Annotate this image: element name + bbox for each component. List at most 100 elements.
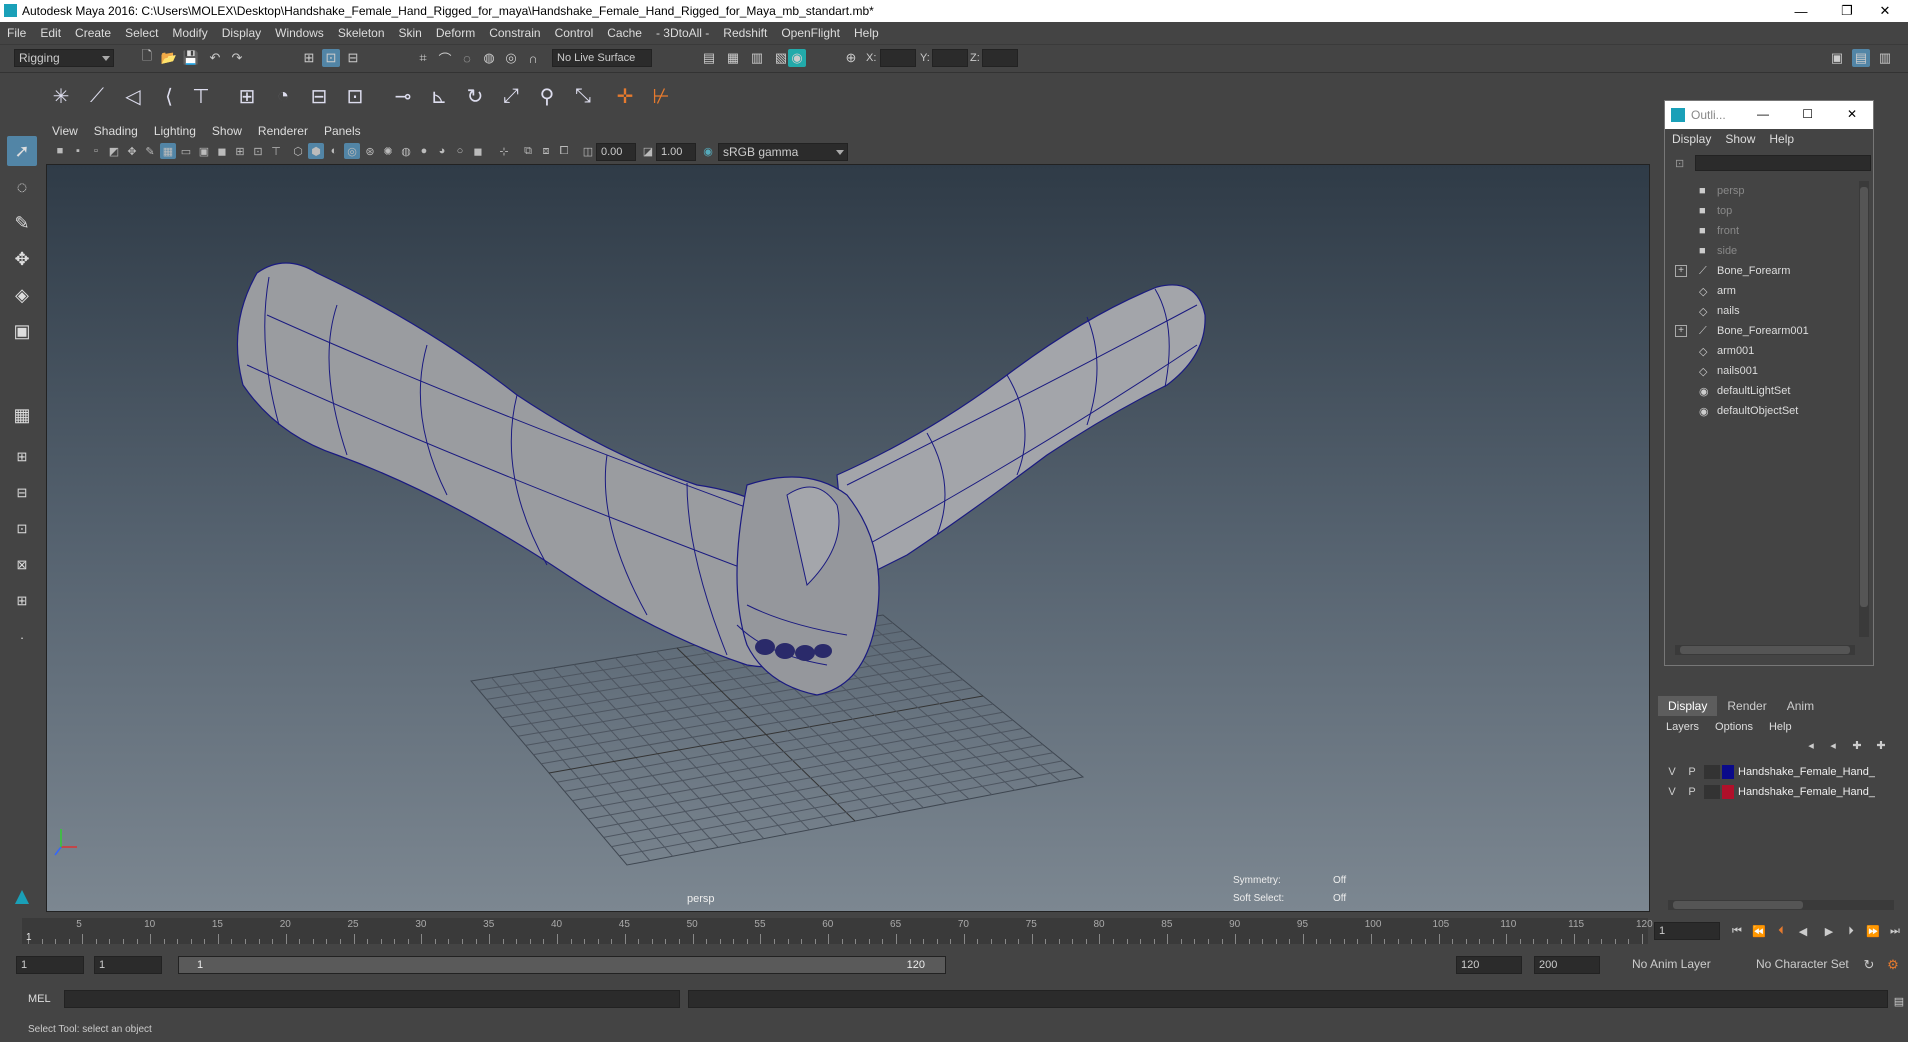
xray-icon[interactable]: ⧉ [520, 143, 536, 159]
new-layer-selected-icon[interactable]: ✚ [1872, 736, 1890, 754]
scrollbar-thumb[interactable] [1680, 646, 1850, 654]
menuset-dropdown[interactable]: Rigging [14, 49, 114, 67]
transform-mode-icon[interactable]: ⊕ [842, 49, 860, 67]
locator-icon[interactable]: ✛ [610, 81, 640, 111]
modeling-toolkit-icon[interactable]: ▣ [1828, 49, 1846, 67]
anim-layer-dropdown[interactable]: No Anim Layer [1616, 956, 1736, 974]
step-back-icon[interactable]: ⏪ [1750, 922, 1768, 940]
command-input[interactable] [64, 990, 680, 1008]
xray-joints-icon[interactable]: ⧈ [538, 143, 554, 159]
menu-skeleton[interactable]: Skeleton [331, 26, 392, 40]
textured-icon[interactable]: ⊛ [362, 143, 378, 159]
outliner-item[interactable]: + ⟋ Bone_Forearm [1665, 261, 1790, 281]
outliner-menu-show[interactable]: Show [1718, 132, 1762, 146]
layer-visibility-toggle[interactable]: V [1662, 766, 1682, 778]
single-perspective-icon[interactable]: ▦ [7, 400, 37, 430]
color-management-icon[interactable]: ◉ [700, 143, 716, 159]
motion-blur-icon[interactable]: ◕ [434, 143, 450, 159]
xray-active-icon[interactable]: ⧠ [556, 143, 572, 159]
panel-menu-lighting[interactable]: Lighting [146, 124, 204, 138]
menu-deform[interactable]: Deform [429, 26, 482, 40]
anim-preferences-icon[interactable]: ⚙ [1884, 956, 1902, 974]
panel-menu-shading[interactable]: Shading [86, 124, 146, 138]
scrollbar-thumb[interactable] [1860, 187, 1868, 607]
magnet-icon[interactable]: ∩ [524, 49, 542, 67]
menu-3dtoall[interactable]: - 3DtoAll - [649, 26, 716, 40]
safe-action-icon[interactable]: ⊡ [250, 143, 266, 159]
menu-display[interactable]: Display [215, 26, 268, 40]
gamma-field[interactable]: 1.00 [656, 143, 696, 161]
select-camera-icon[interactable]: ■ [52, 143, 68, 159]
close-window-button[interactable]: ✕ [1862, 0, 1908, 22]
timeline-track[interactable]: 5 10 15 20 25 30 35 40 45 50 55 60 65 70 75 80 85 90 95 100… [22, 918, 1653, 944]
cluster-icon[interactable]: ⊬ [646, 81, 676, 111]
menu-constrain[interactable]: Constrain [482, 26, 547, 40]
layer-menu-layers[interactable]: Layers [1658, 721, 1707, 733]
layer-display-type[interactable] [1704, 785, 1720, 799]
z-field[interactable] [982, 49, 1018, 67]
wireframe-icon[interactable]: ⬡ [290, 143, 306, 159]
ambient-occlusion-icon[interactable]: ● [416, 143, 432, 159]
menu-modify[interactable]: Modify [165, 26, 214, 40]
outliner-menu-display[interactable]: Display [1665, 132, 1718, 146]
four-view-icon[interactable]: ⊞ [7, 442, 37, 472]
menu-redshift[interactable]: Redshift [716, 26, 774, 40]
auto-key-icon[interactable]: ↻ [1860, 956, 1878, 974]
playback-end-field[interactable]: 120 [1456, 956, 1522, 974]
outliner-item[interactable]: ◇ arm001 [1665, 341, 1754, 361]
panel-menu-renderer[interactable]: Renderer [250, 124, 316, 138]
point-constraint-icon[interactable]: ⊸ [388, 81, 418, 111]
outliner-item[interactable]: ■ front [1665, 221, 1739, 241]
outliner-menu-help[interactable]: Help [1762, 132, 1801, 146]
scale-constraint-icon[interactable]: ⤢ [496, 81, 526, 111]
rotate-tool-icon[interactable]: ◈ [7, 280, 37, 310]
layer-tab-render[interactable]: Render [1717, 696, 1776, 716]
outliner-search-input[interactable] [1695, 155, 1871, 171]
depth-of-field-icon[interactable]: ◼ [470, 143, 486, 159]
go-to-end-icon[interactable]: ⏭ [1886, 922, 1904, 940]
save-scene-icon[interactable]: 💾 [182, 49, 200, 67]
paint-select-icon[interactable]: ✎ [7, 208, 37, 238]
grease-pencil-icon[interactable]: ✎ [142, 143, 158, 159]
shadows-icon[interactable]: ◍ [398, 143, 414, 159]
ik-spline-icon[interactable]: ◁ [118, 81, 148, 111]
play-back-icon[interactable]: ◀ [1794, 922, 1812, 940]
render-frame-icon[interactable]: ▦ [724, 49, 742, 67]
maximize-button[interactable]: ☐ [1802, 107, 1813, 121]
script-language-label[interactable]: MEL [28, 993, 51, 1005]
layer-playback-toggle[interactable]: P [1682, 786, 1702, 798]
outliner-item[interactable]: ■ side [1665, 241, 1737, 261]
select-hierarchy-icon[interactable]: ⊞ [300, 49, 318, 67]
scrollbar-thumb[interactable] [1673, 901, 1803, 909]
menu-create[interactable]: Create [68, 26, 118, 40]
live-surface-field[interactable]: No Live Surface [552, 49, 652, 67]
layer-row[interactable]: V P Handshake_Female_Hand_ [1662, 782, 1898, 802]
image-plane-icon[interactable]: ◩ [106, 143, 122, 159]
exposure-icon[interactable]: ◫ [580, 143, 596, 159]
persp-outliner-icon[interactable]: ⊡ [7, 514, 37, 544]
minimize-button[interactable]: — [1778, 0, 1824, 22]
redo-icon[interactable]: ↷ [228, 49, 246, 67]
step-back-key-icon[interactable]: ⏴ [1772, 922, 1790, 940]
insert-joint-icon[interactable]: ⟨ [154, 81, 184, 111]
select-tool-icon[interactable]: ➚ [7, 136, 37, 166]
grid-toggle-icon[interactable]: ▦ [160, 143, 176, 159]
select-component-icon[interactable]: ⊟ [344, 49, 362, 67]
menu-windows[interactable]: Windows [268, 26, 331, 40]
outliner-item[interactable]: ◉ defaultLightSet [1665, 381, 1790, 401]
panel-menu-view[interactable]: View [44, 124, 86, 138]
outliner-item[interactable]: ◇ arm [1665, 281, 1736, 301]
y-field[interactable] [932, 49, 968, 67]
script-editor-icon[interactable]: ▤ [1890, 992, 1908, 1010]
resolution-gate-icon[interactable]: ▣ [196, 143, 212, 159]
3d-viewport[interactable]: persp Symmetry: Off Soft Select: Off [46, 164, 1650, 912]
layout-more-icon[interactable]: · [7, 622, 37, 652]
menu-openflight[interactable]: OpenFlight [774, 26, 847, 40]
persp-graph-icon[interactable]: ⊠ [7, 550, 37, 580]
attribute-editor-icon[interactable]: ▥ [1876, 49, 1894, 67]
joint-tool-icon[interactable]: ✳ [46, 81, 76, 111]
camera-attributes-icon[interactable]: ▪ [70, 143, 86, 159]
layer-menu-options[interactable]: Options [1707, 721, 1761, 733]
layer-menu-help[interactable]: Help [1761, 721, 1800, 733]
smooth-shade-icon[interactable]: ⬢ [308, 143, 324, 159]
